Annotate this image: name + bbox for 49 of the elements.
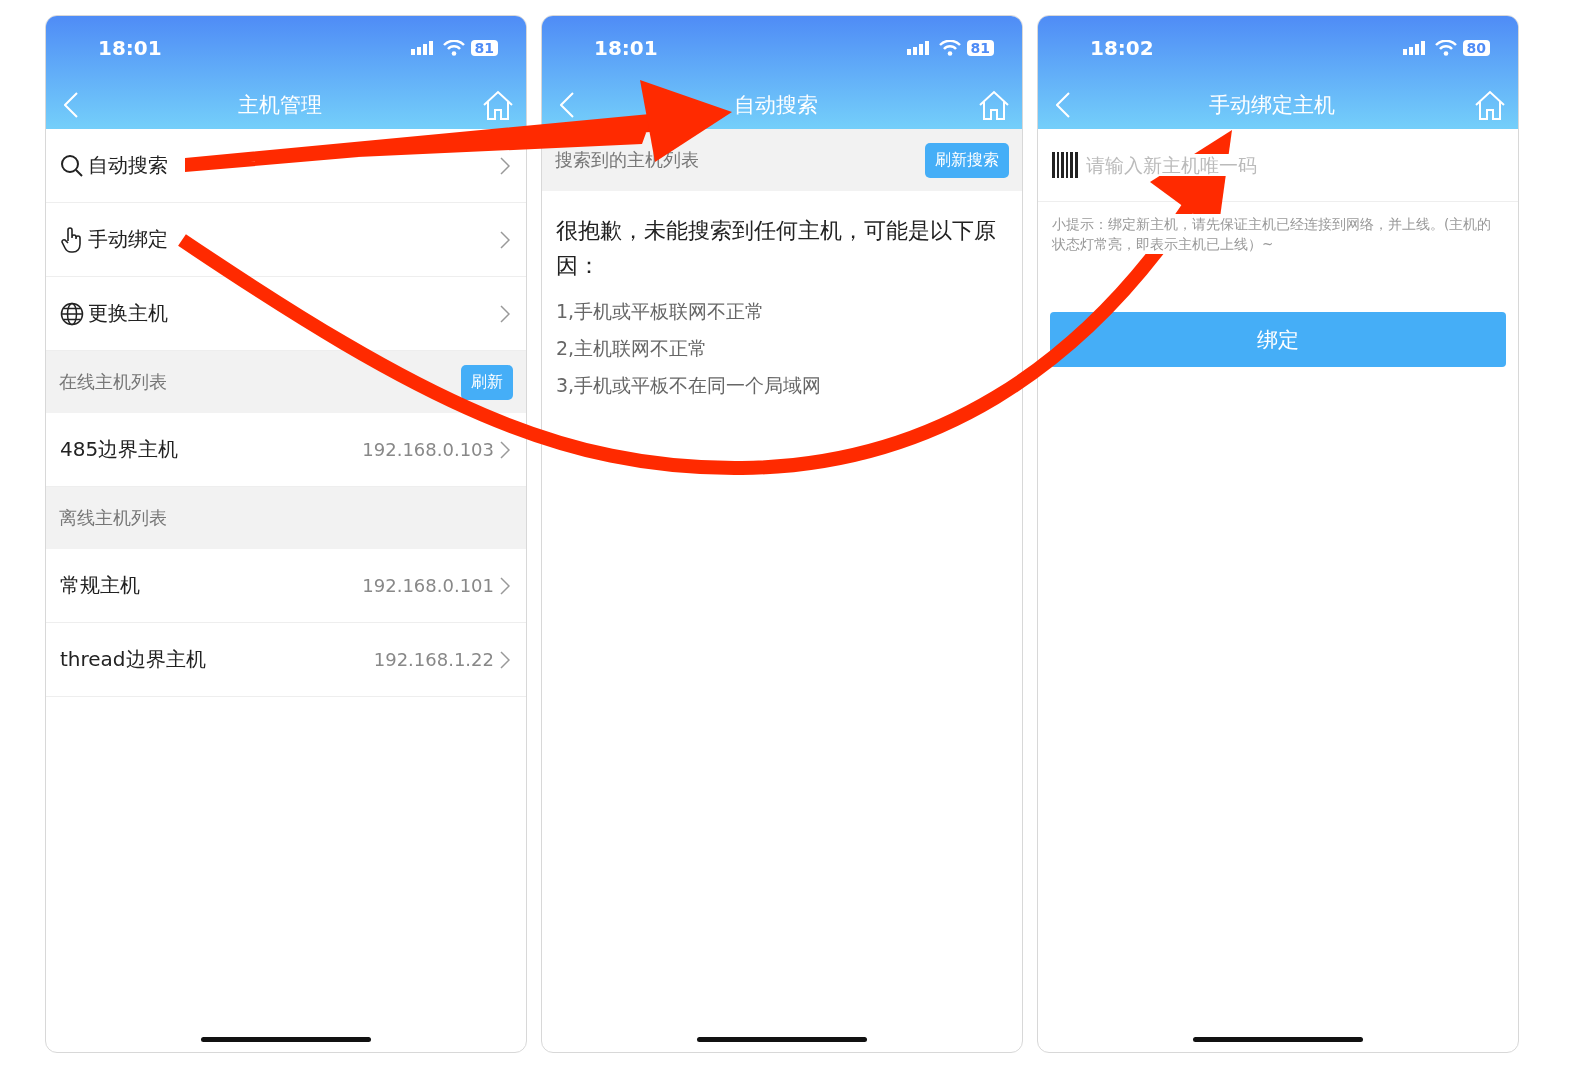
reason-text: 3,手机或平板不在同一个局域网 xyxy=(555,373,823,398)
host-name: 485边界主机 xyxy=(60,436,179,463)
screen-title: 主机管理 xyxy=(238,91,322,119)
status-time: 18:01 xyxy=(594,36,658,60)
screen-title: 自动搜索 xyxy=(734,91,818,119)
chevron-right-icon xyxy=(500,440,510,459)
signal-icon xyxy=(410,41,435,55)
home-icon[interactable] xyxy=(978,89,1010,120)
host-ip: 192.168.0.101 xyxy=(362,575,494,596)
status-time: 18:01 xyxy=(98,36,162,60)
menu-label: 更换主机 xyxy=(88,300,168,327)
battery-level: 80 xyxy=(1462,40,1490,56)
host-item[interactable]: thread边界主机 192.168.1.22 xyxy=(46,623,526,697)
hand-pointer-icon xyxy=(60,226,84,253)
host-ip: 192.168.1.22 xyxy=(373,649,494,670)
battery-level: 81 xyxy=(966,40,994,56)
back-icon[interactable] xyxy=(560,91,574,118)
wifi-icon xyxy=(938,40,961,56)
status-time: 18:02 xyxy=(1090,36,1154,60)
signal-icon xyxy=(1402,41,1427,55)
error-message: 很抱歉，未能搜索到任何主机，可能是以下原因： xyxy=(555,217,997,280)
host-ip: 192.168.0.103 xyxy=(362,439,494,460)
chevron-right-icon xyxy=(500,304,510,323)
reason-text: 1,手机或平板联网不正常 xyxy=(555,299,766,324)
chevron-right-icon xyxy=(500,650,510,669)
search-icon xyxy=(60,153,84,178)
barcode-icon xyxy=(1052,152,1078,178)
host-name: thread边界主机 xyxy=(60,646,206,673)
signal-icon xyxy=(906,41,931,55)
home-icon[interactable] xyxy=(1474,89,1506,120)
reason-text: 2,主机联网不正常 xyxy=(555,336,709,361)
chevron-right-icon xyxy=(500,230,510,249)
chevron-right-icon xyxy=(500,156,510,175)
section-title: 在线主机列表 xyxy=(59,370,167,394)
wifi-icon xyxy=(1434,40,1457,56)
menu-label: 自动搜索 xyxy=(88,152,168,179)
host-item[interactable]: 常规主机 192.168.0.101 xyxy=(46,549,526,623)
host-name: 常规主机 xyxy=(60,572,140,599)
menu-label: 手动绑定 xyxy=(88,226,168,253)
wifi-icon xyxy=(442,40,465,56)
back-icon[interactable] xyxy=(64,91,78,118)
chevron-right-icon xyxy=(500,576,510,595)
screen-title: 手动绑定主机 xyxy=(1209,91,1335,119)
section-title: 离线主机列表 xyxy=(59,506,167,530)
globe-icon xyxy=(60,301,84,326)
battery-level: 81 xyxy=(470,40,498,56)
home-icon[interactable] xyxy=(482,89,514,120)
back-icon[interactable] xyxy=(1056,91,1070,118)
menu-item[interactable]: 手动绑定 xyxy=(46,203,526,277)
